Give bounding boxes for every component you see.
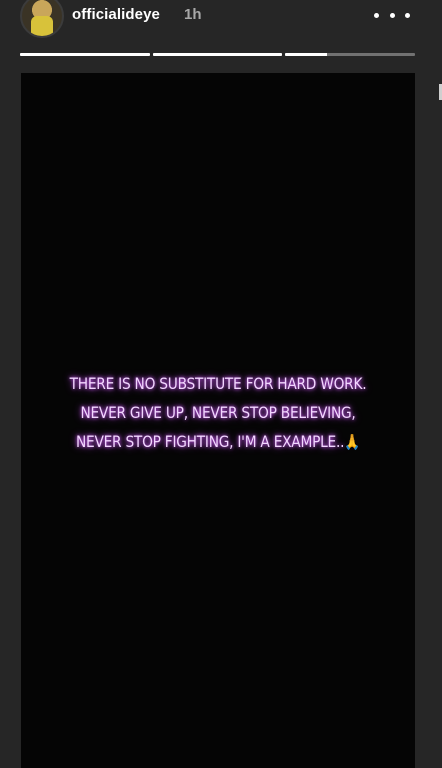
more-options-button[interactable] <box>374 6 410 24</box>
progress-fill <box>20 53 150 56</box>
praying-hands-icon: 🙏 <box>344 433 361 451</box>
avatar-figure <box>31 16 53 36</box>
story-progress-bar <box>20 53 416 56</box>
story-viewer: officialideye 1h THERE IS NO SUBSTITUTE … <box>0 0 442 768</box>
more-dot-icon <box>405 12 410 18</box>
post-time: 1h <box>184 6 202 23</box>
progress-segment <box>285 53 416 56</box>
username[interactable]: officialideye <box>72 6 160 23</box>
story-content[interactable]: THERE IS NO SUBSTITUTE FOR HARD WORK. NE… <box>21 73 415 768</box>
progress-segment <box>152 53 283 56</box>
story-text: THERE IS NO SUBSTITUTE FOR HARD WORK. NE… <box>49 369 388 457</box>
story-text-line: THERE IS NO SUBSTITUTE FOR HARD WORK. <box>69 374 367 393</box>
progress-fill <box>285 53 327 56</box>
more-dot-icon <box>389 12 395 18</box>
progress-segment <box>20 53 150 56</box>
progress-fill <box>152 53 283 56</box>
story-text-line: NEVER STOP FIGHTING, I'M A EXAMPLE.. <box>75 432 345 451</box>
story-text-line-last: NEVER STOP FIGHTING, I'M A EXAMPLE..🙏 <box>49 427 388 457</box>
more-dot-icon <box>374 12 379 18</box>
story-header: officialideye 1h <box>0 0 442 40</box>
avatar[interactable] <box>20 0 64 38</box>
story-text-line: NEVER GIVE UP, NEVER STOP BELIEVING, <box>80 403 356 422</box>
